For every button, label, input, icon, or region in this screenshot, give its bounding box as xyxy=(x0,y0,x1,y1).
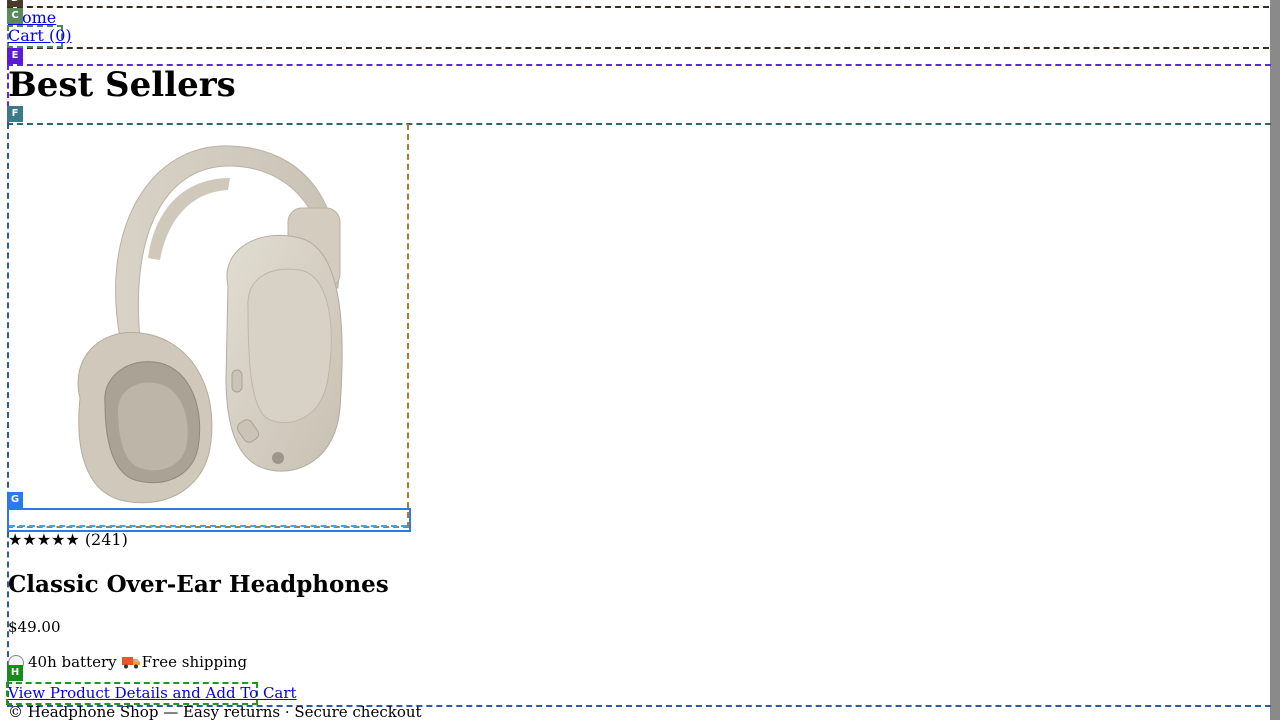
product-features: 40h battery Free shipping xyxy=(8,653,247,671)
view-details-add-to-cart-link[interactable]: View Product Details and Add To Cart xyxy=(8,684,297,702)
image-frame xyxy=(7,508,411,532)
header-region xyxy=(7,6,1269,49)
region-badge-image: G xyxy=(7,492,23,508)
region-badge-header: D xyxy=(7,0,23,7)
truck-icon xyxy=(121,654,141,670)
cart-link[interactable]: Cart (0) xyxy=(8,26,72,45)
product-rating: ★★★★★ (241) xyxy=(8,530,128,549)
page-title: Best Sellers xyxy=(8,65,236,105)
region-badge-nav: C xyxy=(7,8,23,24)
region-badge-cta: H xyxy=(7,665,23,681)
vertical-scrollbar[interactable] xyxy=(1270,0,1280,720)
feature-battery: 40h battery xyxy=(28,653,117,671)
region-badge-title: E xyxy=(7,48,23,64)
image-divider xyxy=(9,525,407,527)
rating-stars: ★★★★★ xyxy=(8,530,80,549)
footer: © Headphone Shop — Easy returns · Secure… xyxy=(8,703,422,721)
rating-count: (241) xyxy=(84,530,128,549)
product-name: Classic Over-Ear Headphones xyxy=(8,571,389,598)
headphones-product-image[interactable] xyxy=(60,138,360,510)
region-badge-main: F xyxy=(7,106,23,122)
feature-shipping: Free shipping xyxy=(141,653,248,671)
product-price: $49.00 xyxy=(8,618,61,636)
